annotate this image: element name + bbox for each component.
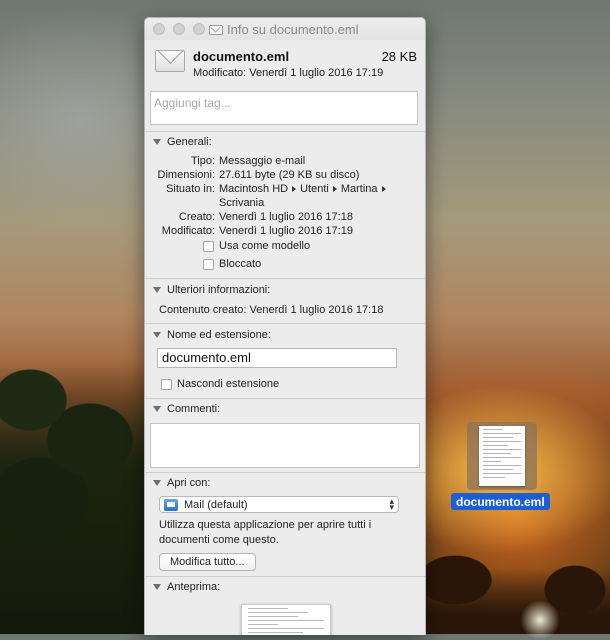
location-label: Situato in: <box>166 183 215 195</box>
file-modified: Modificato: Venerdì 1 luglio 2016 17:19 <box>193 67 384 79</box>
desktop-background-trees-right <box>425 540 610 634</box>
divider <box>145 131 425 132</box>
desktop-background-trees <box>0 360 150 634</box>
locked-checkbox[interactable]: Bloccato <box>203 258 261 270</box>
file-size: 28 KB <box>381 49 417 64</box>
envelope-icon <box>209 24 223 35</box>
created-value: Venerdì 1 luglio 2016 17:18 <box>219 211 353 223</box>
file-header: documento.eml 28 KB Modificato: Venerdì … <box>145 40 425 90</box>
section-general-title: Generali: <box>167 136 212 148</box>
modified-label: Modificato: <box>161 225 215 237</box>
divider <box>145 472 425 473</box>
type-label: Tipo: <box>190 155 215 167</box>
comments-textarea[interactable] <box>150 423 420 468</box>
hide-extension-label: Nascondi estensione <box>177 378 280 390</box>
divider <box>145 398 425 399</box>
path-item-last[interactable]: Scrivania <box>219 197 264 209</box>
section-comments-toggle[interactable]: Commenti: <box>153 403 220 415</box>
disclosure-triangle-icon <box>153 584 161 590</box>
modified-value: Venerdì 1 luglio 2016 17:19 <box>219 225 353 237</box>
open-with-description: Utilizza questa applicazione per aprire … <box>159 519 372 546</box>
file-name: documento.eml <box>193 49 290 64</box>
disclosure-triangle-icon <box>153 139 161 145</box>
document-preview-thumbnail <box>241 604 331 635</box>
checkbox-box[interactable] <box>203 258 214 270</box>
disclosure-triangle-icon <box>153 332 161 338</box>
stationery-checkbox[interactable]: Usa come modello <box>203 240 310 252</box>
window-title-text: Info su documento.eml <box>227 22 359 37</box>
file-name-input[interactable]: documento.eml <box>157 348 397 368</box>
location-path: Macintosh HD Utenti Martina <box>219 183 390 195</box>
hide-extension-checkbox[interactable]: Nascondi estensione <box>161 378 279 390</box>
desktop-file-thumbnail[interactable] <box>479 426 525 486</box>
section-preview-toggle[interactable]: Anteprima: <box>153 581 220 593</box>
disclosure-triangle-icon <box>153 287 161 293</box>
path-arrow-icon <box>381 186 386 193</box>
desktop-file-label[interactable]: documento.eml <box>451 493 550 510</box>
disclosure-triangle-icon <box>153 480 161 486</box>
zoom-button[interactable] <box>193 23 205 35</box>
disclosure-triangle-icon <box>153 406 161 412</box>
section-preview-title: Anteprima: <box>167 581 221 593</box>
path-item[interactable]: Martina <box>341 183 378 195</box>
size-label: Dimensioni: <box>157 169 215 181</box>
stationery-label: Usa come modello <box>219 240 311 252</box>
section-name-ext-title: Nome ed estensione: <box>167 329 271 341</box>
section-general-toggle[interactable]: Generali: <box>153 136 212 148</box>
divider <box>145 278 425 279</box>
size-value: 27.611 byte (29 KB su disco) <box>219 169 360 181</box>
change-all-button[interactable]: Modifica tutto... <box>159 553 256 571</box>
close-button[interactable] <box>153 23 165 35</box>
chevron-updown-icon: ▴ ▾ <box>389 496 394 512</box>
info-window: Info su documento.eml documento.eml 28 K… <box>144 17 426 635</box>
path-arrow-icon <box>292 186 297 193</box>
section-open-with-title: Apri con: <box>167 477 211 489</box>
checkbox-box[interactable] <box>203 240 214 252</box>
open-with-selected: Mail (default) <box>184 498 248 511</box>
path-item[interactable]: Macintosh HD <box>219 183 288 195</box>
section-open-with-toggle[interactable]: Apri con: <box>153 477 210 489</box>
created-label: Creato: <box>178 211 215 223</box>
mail-app-icon <box>164 498 178 511</box>
tags-input[interactable]: Aggiungi tag... <box>150 91 418 125</box>
locked-label: Bloccato <box>219 258 262 270</box>
window-title: Info su documento.eml <box>209 22 359 37</box>
section-comments-title: Commenti: <box>167 403 221 415</box>
open-with-select[interactable]: Mail (default) ▴ ▾ <box>159 496 399 513</box>
minimize-button[interactable] <box>173 23 185 35</box>
path-arrow-icon <box>332 186 337 193</box>
section-more-info-title: Ulteriori informazioni: <box>167 284 271 296</box>
title-bar[interactable]: Info su documento.eml <box>145 18 425 40</box>
path-item[interactable]: Utenti <box>300 183 329 195</box>
checkbox-box[interactable] <box>161 378 172 390</box>
desktop-background-flare <box>520 600 560 640</box>
divider <box>145 323 425 324</box>
type-value: Messaggio e-mail <box>219 155 306 167</box>
divider <box>145 576 425 577</box>
section-name-ext-toggle[interactable]: Nome ed estensione: <box>153 329 271 341</box>
content-created: Contenuto creato: Venerdì 1 luglio 2016 … <box>159 304 384 316</box>
section-more-info-toggle[interactable]: Ulteriori informazioni: <box>153 284 270 296</box>
envelope-document-icon <box>155 50 185 72</box>
